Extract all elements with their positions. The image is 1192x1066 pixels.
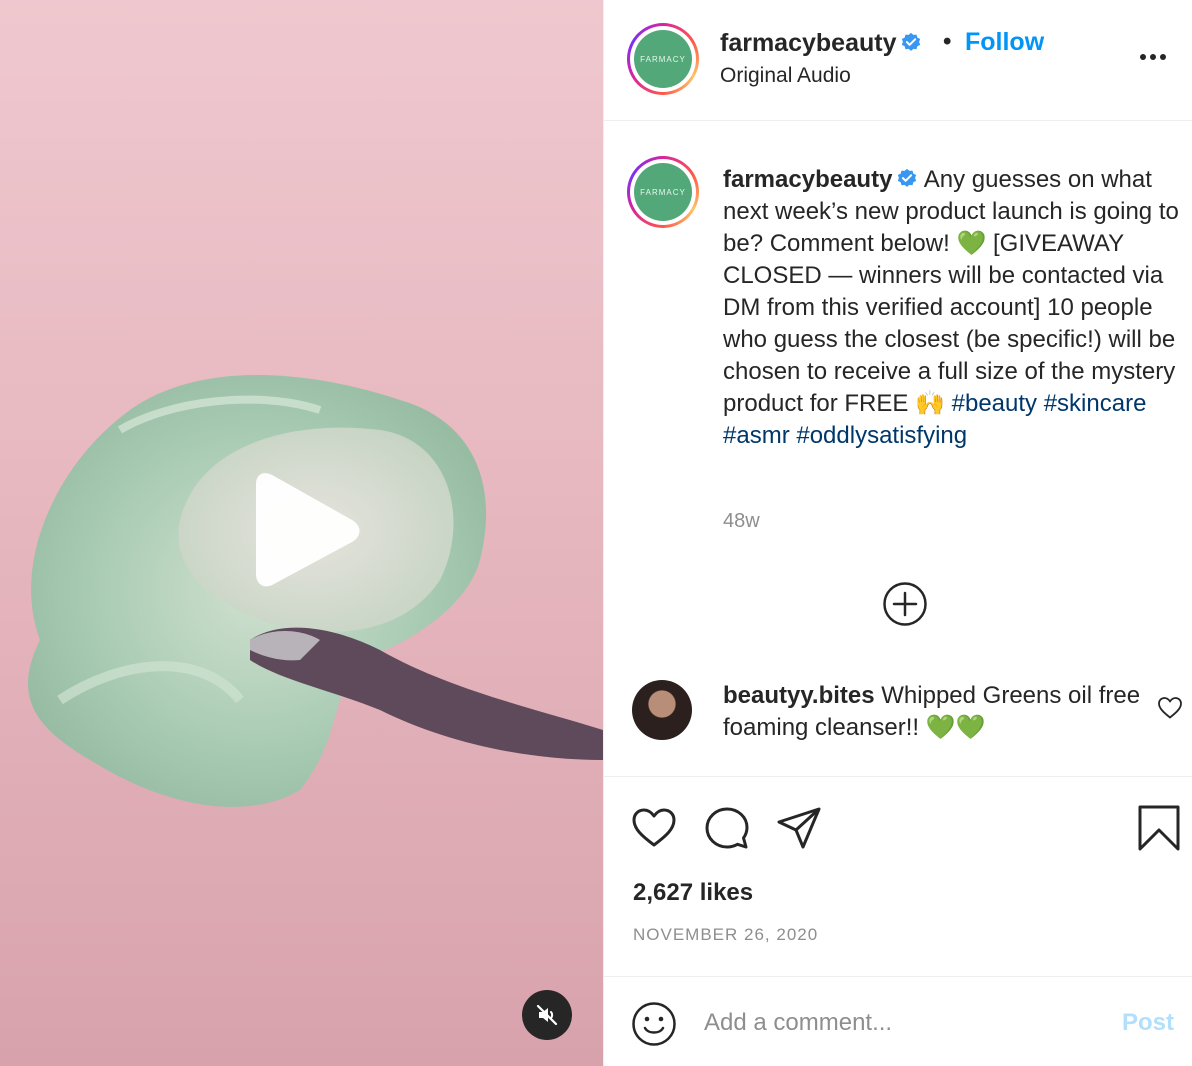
comment-icon[interactable]: [704, 805, 750, 851]
author-avatar[interactable]: FARMACY: [627, 23, 699, 95]
caption-author-avatar[interactable]: FARMACY: [627, 156, 699, 228]
heart-icon[interactable]: [631, 805, 677, 851]
separator-dot: •: [943, 28, 952, 55]
play-icon[interactable]: [248, 470, 364, 590]
more-options-icon[interactable]: [1136, 44, 1170, 70]
hashtag-link[interactable]: #skincare: [1044, 390, 1147, 417]
hashtag-link[interactable]: #asmr: [723, 422, 790, 449]
author-username-row: farmacybeauty: [720, 29, 922, 58]
muted-speaker-icon: [536, 1004, 558, 1026]
like-count[interactable]: 2,627 likes: [633, 879, 753, 907]
post-date: NOVEMBER 26, 2020: [633, 925, 819, 944]
post-age[interactable]: 48w: [723, 510, 760, 533]
bookmark-icon[interactable]: [1136, 805, 1182, 851]
verified-badge-icon: [902, 32, 921, 51]
caption-text: Any guesses on what next week’s new prod…: [723, 166, 1179, 417]
post-side-panel: FARMACY farmacybeauty • Follow Original …: [603, 0, 1192, 1066]
audio-label[interactable]: Original Audio: [720, 64, 851, 88]
mute-button[interactable]: [522, 990, 572, 1040]
video-player[interactable]: [0, 0, 603, 1066]
add-circle-icon[interactable]: [882, 581, 928, 627]
post-caption: farmacybeauty Any guesses on what next w…: [723, 164, 1185, 452]
commenter-avatar[interactable]: [632, 680, 692, 740]
post-button[interactable]: Post: [1122, 1009, 1174, 1037]
follow-button[interactable]: Follow: [965, 28, 1044, 57]
heart-icon[interactable]: [1157, 696, 1183, 720]
author-username[interactable]: farmacybeauty: [720, 29, 896, 57]
share-icon[interactable]: [776, 805, 822, 851]
emoji-icon[interactable]: [631, 1001, 677, 1047]
hashtag-link[interactable]: #beauty: [952, 390, 1037, 417]
comment-composer: Post: [604, 976, 1192, 1066]
brand-logo: FARMACY: [634, 30, 692, 88]
verified-badge-icon: [898, 168, 917, 187]
caption-username[interactable]: farmacybeauty: [723, 166, 892, 193]
comment-username[interactable]: beautyy.bites: [723, 682, 875, 709]
post-actions: 2,627 likes NOVEMBER 26, 2020: [604, 776, 1192, 976]
comment: beautyy.bites Whipped Greens oil free fo…: [723, 680, 1143, 744]
hashtag-link[interactable]: #oddlysatisfying: [796, 422, 967, 449]
caption-brand-logo: FARMACY: [634, 163, 692, 221]
comment-input[interactable]: [704, 1003, 1104, 1043]
post-header: FARMACY farmacybeauty • Follow Original …: [604, 0, 1192, 121]
